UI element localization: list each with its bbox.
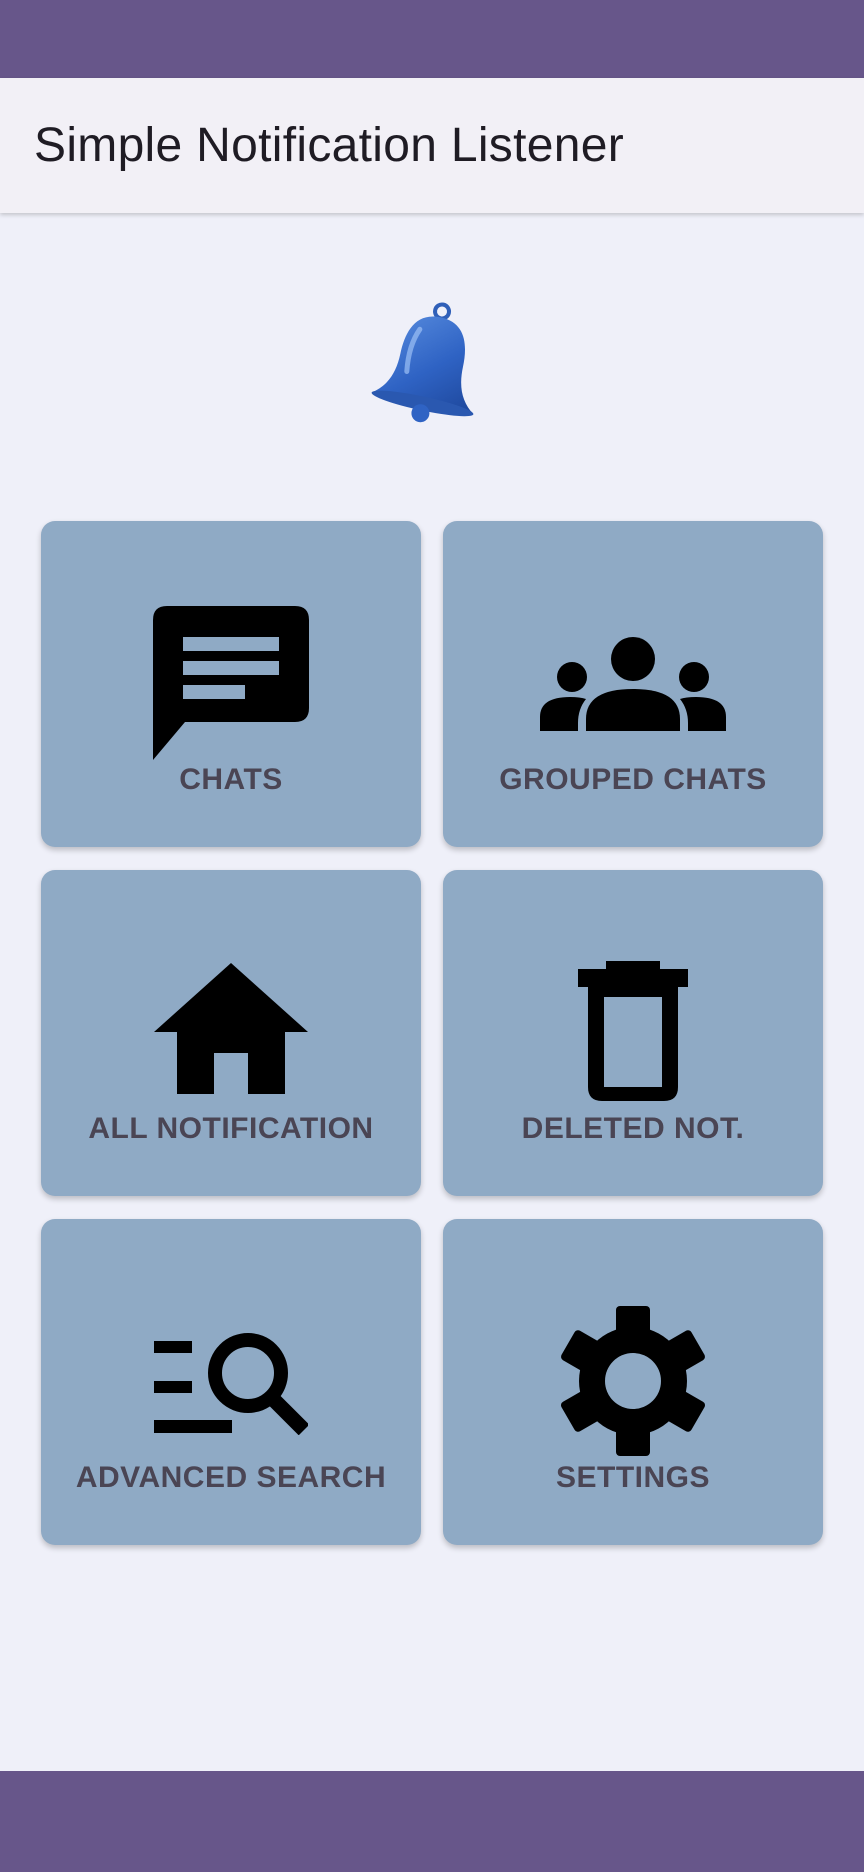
grouped-chats-tile[interactable]: GROUPED CHATS: [443, 521, 823, 847]
all-notification-label: ALL NOTIFICATION: [88, 1112, 374, 1145]
advanced-search-tile[interactable]: ADVANCED SEARCH: [41, 1219, 421, 1545]
all-notification-tile[interactable]: ALL NOTIFICATION: [41, 870, 421, 1196]
manage-search-icon: [41, 1333, 421, 1435]
deleted-notifications-tile[interactable]: DELETED NOT.: [443, 870, 823, 1196]
trash-icon: [443, 961, 823, 1101]
app-bar: Simple Notification Listener: [0, 78, 864, 213]
advanced-search-label: ADVANCED SEARCH: [75, 1461, 387, 1494]
deleted-notifications-label: DELETED NOT.: [521, 1112, 745, 1145]
navigation-bar: [0, 1771, 864, 1872]
chats-tile[interactable]: CHATS: [41, 521, 421, 847]
page-title: Simple Notification Listener: [34, 119, 625, 172]
settings-label: SETTINGS: [555, 1461, 710, 1494]
gear-icon: [443, 1306, 823, 1456]
settings-tile[interactable]: SETTINGS: [443, 1219, 823, 1545]
chats-label: CHATS: [179, 763, 283, 796]
status-bar: [0, 0, 864, 78]
bell-icon: [364, 298, 494, 438]
home-icon: [41, 963, 421, 1094]
grouped-chats-label: GROUPED CHATS: [499, 763, 767, 796]
groups-icon: [443, 637, 823, 731]
chat-icon: [41, 606, 421, 760]
